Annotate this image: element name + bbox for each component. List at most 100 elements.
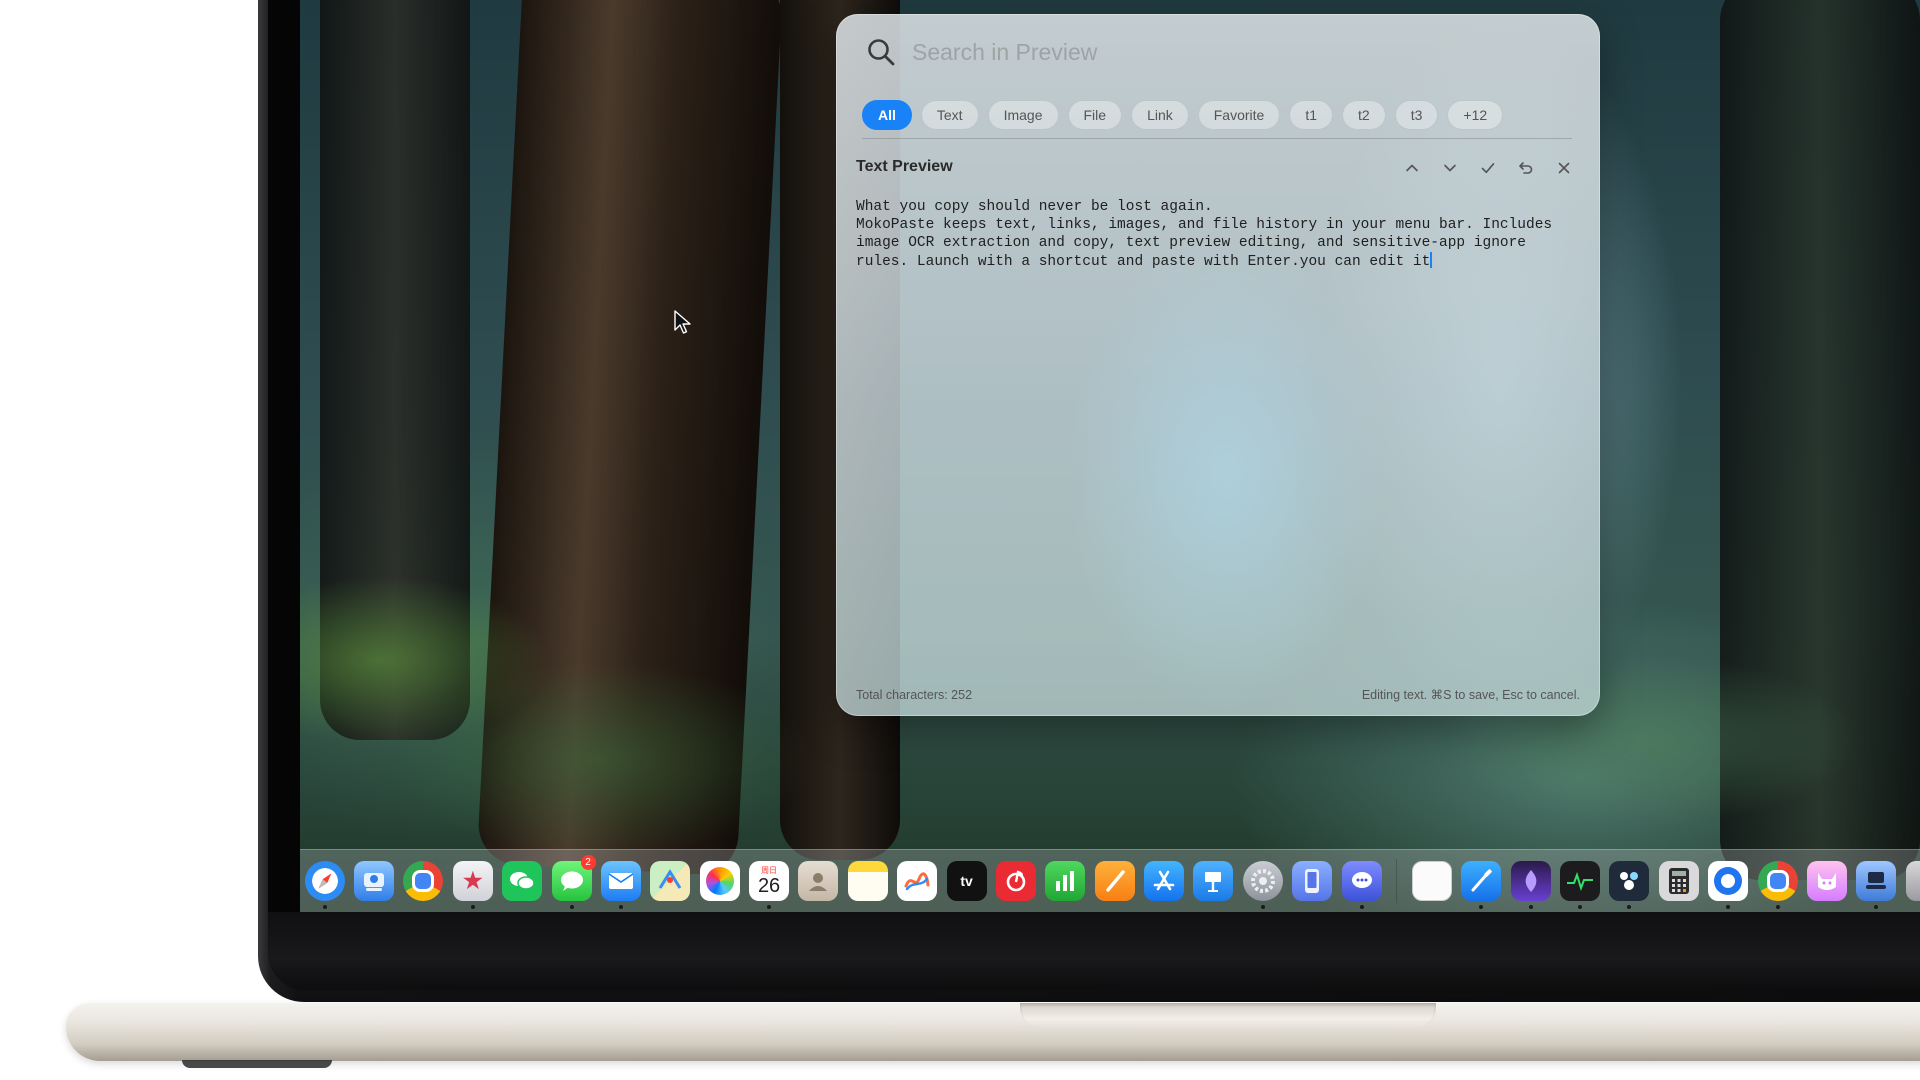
- laptop-foot: [182, 1060, 332, 1068]
- running-indicator: [1726, 905, 1731, 909]
- close-preview-button[interactable]: [1552, 156, 1576, 180]
- tab-favorite[interactable]: Favorite: [1197, 100, 1281, 130]
- netease-music-icon: [995, 861, 1036, 901]
- preview-header: Text Preview: [856, 156, 1576, 180]
- dock-item[interactable]: 周日 26: [749, 861, 790, 909]
- dock-item[interactable]: [1609, 861, 1650, 909]
- calendar-day: 26: [757, 874, 781, 897]
- dock-item[interactable]: [650, 861, 691, 901]
- text-caret: [1430, 252, 1433, 268]
- textedit-icon: [1411, 861, 1452, 901]
- checkmark-icon: [1481, 162, 1495, 174]
- cat-app-icon: [1806, 861, 1847, 901]
- messages-badge: 2: [580, 855, 596, 870]
- tab-t2[interactable]: t2: [1342, 100, 1386, 130]
- dock-item[interactable]: [1856, 861, 1897, 909]
- running-indicator: [618, 905, 623, 909]
- xcode-icon: [1461, 861, 1502, 901]
- dock-item[interactable]: [1757, 861, 1798, 909]
- dock-item[interactable]: [502, 861, 543, 901]
- dock-item[interactable]: [1144, 861, 1185, 901]
- dock-item[interactable]: [1708, 861, 1749, 909]
- search-icon: [868, 39, 895, 66]
- dock-item[interactable]: [1045, 861, 1086, 901]
- finder-style-icon: [354, 861, 395, 901]
- app-store-icon: [1144, 861, 1185, 901]
- save-edit-button[interactable]: [1476, 156, 1500, 180]
- apple-tv-label: tv: [960, 873, 973, 889]
- next-item-button[interactable]: [1438, 156, 1462, 180]
- preview-panel: All Text Image File Link Favorite t1 t2 …: [836, 14, 1600, 716]
- search-bar: [866, 34, 1566, 70]
- dock-item[interactable]: [1510, 861, 1551, 909]
- tab-text[interactable]: Text: [920, 100, 979, 130]
- pages-icon: [1094, 861, 1135, 901]
- dock-item[interactable]: [1658, 861, 1699, 901]
- tab-file[interactable]: File: [1067, 100, 1123, 130]
- dock-item[interactable]: [847, 861, 888, 901]
- dock-item[interactable]: [1905, 861, 1920, 901]
- mouse-cursor-icon: [674, 310, 691, 334]
- dock-item[interactable]: [354, 861, 395, 901]
- dock-item[interactable]: 2: [551, 855, 596, 909]
- dock-item[interactable]: [798, 861, 839, 901]
- search-input[interactable]: [910, 37, 1554, 67]
- dock-item[interactable]: [304, 861, 345, 909]
- chat-app-icon: [1341, 861, 1382, 901]
- running-indicator: [470, 905, 475, 909]
- dock-item[interactable]: [1193, 861, 1234, 901]
- tab-more[interactable]: +12: [1447, 100, 1504, 130]
- calculator-icon: [1658, 861, 1699, 901]
- tab-t3[interactable]: t3: [1394, 100, 1439, 130]
- signal-app-icon: [1708, 861, 1749, 901]
- undo-icon: [1519, 162, 1533, 174]
- tab-all[interactable]: All: [862, 100, 912, 130]
- maps-icon: [650, 861, 691, 901]
- running-indicator: [1578, 905, 1583, 909]
- laptop-base: [66, 1003, 1920, 1061]
- dock-item[interactable]: [1560, 861, 1601, 909]
- close-icon: [1558, 162, 1570, 174]
- running-indicator: [1359, 905, 1364, 909]
- dock-item[interactable]: [1806, 861, 1847, 901]
- tab-link[interactable]: Link: [1131, 100, 1189, 130]
- dock-item[interactable]: [600, 861, 641, 909]
- migration-icon: [1856, 861, 1897, 901]
- dock-item[interactable]: ★: [452, 861, 493, 909]
- dock-item[interactable]: [897, 861, 938, 901]
- dock-item[interactable]: [1292, 861, 1333, 901]
- dock-item[interactable]: [403, 861, 444, 901]
- panel-glow: [1066, 234, 1386, 714]
- chrome-alt-icon: [1757, 861, 1798, 901]
- freeform-icon: [897, 861, 938, 901]
- laptop-chin: [268, 912, 1920, 990]
- dock-item[interactable]: [1242, 861, 1283, 909]
- filter-tabs: All Text Image File Link Favorite t1 t2 …: [862, 100, 1504, 130]
- running-indicator: [1479, 905, 1484, 909]
- tabs-divider: [862, 138, 1572, 139]
- dock-item[interactable]: [1411, 861, 1452, 901]
- safari-icon: [304, 861, 345, 901]
- mail-icon: [600, 861, 641, 901]
- running-indicator: [1260, 905, 1265, 909]
- running-indicator: [322, 905, 327, 909]
- iphone-mirroring-icon: [1292, 861, 1333, 901]
- preview-text-editor[interactable]: What you copy should never be lost again…: [856, 198, 1586, 271]
- tab-image[interactable]: Image: [987, 100, 1059, 130]
- dock-item[interactable]: [1094, 861, 1135, 901]
- launch-icon: ★: [452, 861, 493, 901]
- character-count: Total characters: 252: [856, 688, 973, 702]
- editing-hint: Editing text. ⌘S to save, Esc to cancel.: [1361, 688, 1580, 702]
- preview-text-content: What you copy should never be lost again…: [856, 199, 1553, 270]
- numbers-icon: [1045, 861, 1086, 901]
- puzzle-app-icon: [1609, 861, 1650, 901]
- undo-edit-button[interactable]: [1514, 156, 1538, 180]
- dock-item[interactable]: tv: [946, 861, 987, 901]
- previous-item-button[interactable]: [1400, 156, 1424, 180]
- dock-item[interactable]: [1341, 861, 1382, 909]
- dock-item[interactable]: [699, 861, 740, 901]
- tab-t1[interactable]: t1: [1289, 100, 1334, 130]
- dock-item[interactable]: [1461, 861, 1502, 909]
- dock-item[interactable]: [995, 861, 1036, 901]
- running-indicator: [1528, 905, 1533, 909]
